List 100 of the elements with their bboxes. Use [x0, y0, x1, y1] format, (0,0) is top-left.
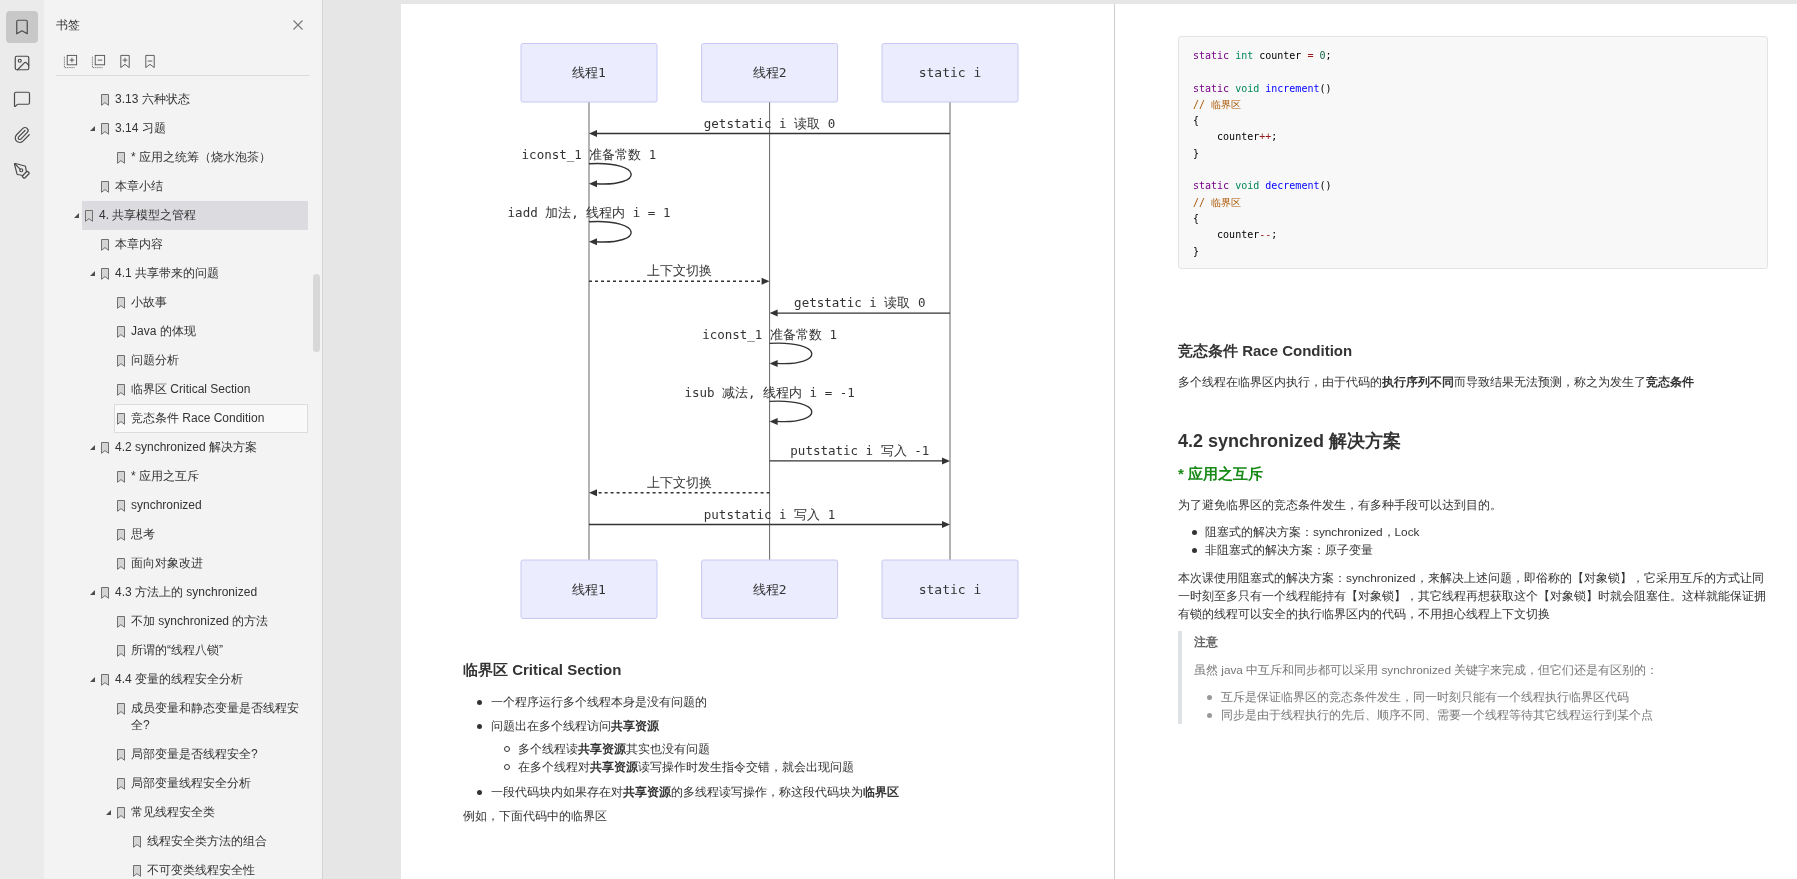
- bookmark-icon: [101, 239, 109, 251]
- triangle-icon[interactable]: [90, 590, 95, 595]
- bookmark-item[interactable]: 局部变量线程安全分析: [114, 769, 308, 798]
- triangle-icon[interactable]: [90, 677, 95, 682]
- bookmark-item[interactable]: 思考: [114, 520, 308, 549]
- bookmark-item[interactable]: 成员变量和静态变量是否线程安全?: [114, 694, 308, 740]
- bookmark-icon: [133, 836, 141, 848]
- bookmark-item[interactable]: 4.3 方法上的 synchronized: [98, 578, 308, 607]
- self-loop-arrow: [588, 162, 632, 188]
- paragraph-text: 本次课使用阻塞式的解决方案：synchronized，来解决上述问题，即俗称的【对象锁】，它采用互斥的方式让同一时刻至多只有一个线程能持有【对象锁】，其它线程再想获取这个【对象锁】时就会阻塞住。这样就能保证拥有锁的线程可以安全的执行临界区内的代码，不用担心线程上下文切换: [1178, 569, 1767, 623]
- bookmark-plus-icon[interactable]: [119, 53, 131, 69]
- list-item-text: 互斥是保证临界区的竞态条件发生，同一时刻只能有一个线程执行临界区代码: [1221, 688, 1629, 706]
- list-item-text: 非阻塞式的解决方案：原子变量: [1205, 541, 1373, 559]
- bookmark-icon: [13, 18, 31, 36]
- code-line: {: [1193, 211, 1200, 226]
- code-line: // 临界区: [1193, 97, 1242, 112]
- note-text: 虽然 java 中互斥和同步都可以采用 synchronized 关键字来完成，但它们还是有区别的：: [1194, 661, 1659, 679]
- participant-box: 线程2: [701, 43, 839, 103]
- square-minus-icon[interactable]: [91, 53, 106, 69]
- code-line: static void decrement(): [1193, 179, 1332, 194]
- code-line: counter--;: [1216, 228, 1278, 243]
- bookmark-icon: [117, 703, 125, 715]
- bullet-icon: [477, 790, 482, 795]
- code-line: }: [1193, 244, 1200, 259]
- bookmark-item[interactable]: 3.14 习题: [98, 114, 308, 143]
- triangle-icon[interactable]: [74, 213, 79, 218]
- code-line: static int counter = 0;: [1193, 49, 1332, 63]
- comment-icon: [13, 90, 31, 108]
- bookmark-icon: [101, 674, 109, 686]
- bookmark-item[interactable]: synchronized: [114, 491, 308, 520]
- section-heading: 竞态条件 Race Condition: [1178, 340, 1353, 361]
- triangle-icon[interactable]: [90, 126, 95, 131]
- self-loop-arrow: [588, 220, 632, 246]
- paragraph-text: 例如，下面代码中的临界区: [463, 808, 607, 825]
- bookmark-icon: [101, 94, 109, 106]
- image-icon: [13, 54, 31, 72]
- bookmark-item[interactable]: 4.2 synchronized 解决方案: [98, 433, 308, 462]
- bookmark-item[interactable]: 不可变类线程安全性: [130, 856, 308, 879]
- bookmark-item[interactable]: 3.13 六种状态: [98, 85, 308, 114]
- sidebar-tab[interactable]: [6, 11, 38, 43]
- bookmark-icon: [117, 749, 125, 761]
- bookmark-icon: [117, 384, 125, 396]
- triangle-icon[interactable]: [106, 810, 111, 815]
- bookmark-icon: [117, 500, 125, 512]
- subsection-title: * 应用之互斥: [1178, 463, 1263, 484]
- code-line: // 临界区: [1193, 195, 1242, 210]
- message-label: 上下文切换: [646, 474, 712, 490]
- bookmark-item[interactable]: 常见线程安全类: [114, 798, 308, 827]
- bullet-icon: [1192, 547, 1197, 553]
- square-plus-icon[interactable]: [63, 53, 78, 69]
- bookmark-item[interactable]: 线程安全类方法的组合: [130, 827, 308, 856]
- bookmark-item[interactable]: 临界区 Critical Section: [114, 375, 308, 404]
- paperclip-icon: [13, 126, 31, 144]
- bookmark-item[interactable]: 局部变量是否线程安全?: [114, 740, 308, 769]
- participant-box: 线程1: [520, 559, 658, 619]
- self-loop-arrow: [768, 342, 813, 367]
- bookmark-item[interactable]: * 应用之互斥: [114, 462, 308, 491]
- bookmark-item[interactable]: 竞态条件 Race Condition: [114, 404, 308, 433]
- participant-box: static i: [881, 43, 1019, 103]
- bookmark-item[interactable]: 4.4 变量的线程安全分析: [98, 665, 308, 694]
- paragraph-text: 多个线程在临界区内执行，由于代码的执行序列不同而导致结果无法预测，称之为发生了竞态条件: [1178, 373, 1694, 391]
- bookmark-item[interactable]: 不加 synchronized 的方法: [114, 607, 308, 636]
- bullet-icon: [1207, 694, 1212, 700]
- list-item-text: 问题出在多个线程访问共享资源: [491, 718, 659, 735]
- code-line: counter++;: [1216, 130, 1278, 145]
- list-item-text: 在多个线程对共享资源读写操作时发生指令交错，就会出现问题: [518, 759, 854, 776]
- self-loop-arrow: [768, 400, 813, 425]
- bookmark-item[interactable]: Java 的体现: [114, 317, 308, 346]
- message-label: 上下文切换: [646, 263, 712, 279]
- message-label: getstatic i 读取 0: [794, 295, 926, 311]
- triangle-icon[interactable]: [90, 271, 95, 276]
- list-item-text: 一段代码块内如果存在对共享资源的多线程读写操作，称这段代码块为临界区: [491, 784, 899, 801]
- scrollbar[interactable]: [313, 274, 320, 352]
- list-item-text: 一个程序运行多个线程本身是没有问题的: [491, 694, 707, 711]
- bookmark-item[interactable]: 问题分析: [114, 346, 308, 375]
- list-item-text: 同步是由于线程执行的先后、顺序不同、需要一个线程等待其它线程运行到某个点: [1221, 706, 1653, 724]
- bookmark-item[interactable]: 小故事: [114, 288, 308, 317]
- bookmark-item[interactable]: 所谓的“线程八锁”: [114, 636, 308, 665]
- bookmark-item[interactable]: 4.1 共享带来的问题: [98, 259, 308, 288]
- bookmark-icon: [101, 268, 109, 280]
- participant-box: 线程2: [701, 559, 839, 619]
- code-line: }: [1193, 146, 1200, 161]
- bullet-icon: [477, 700, 482, 705]
- message-label: iadd 加法, 线程内 i = 1: [507, 205, 671, 221]
- bookmark-minus-icon[interactable]: [144, 53, 156, 69]
- bookmark-item[interactable]: 4. 共享模型之管程: [82, 201, 308, 230]
- bookmark-item[interactable]: * 应用之统筹（烧水泡茶）: [114, 143, 308, 172]
- bookmark-item[interactable]: 本章小结: [98, 172, 308, 201]
- triangle-icon[interactable]: [90, 445, 95, 450]
- code-line: static void increment(): [1193, 81, 1332, 96]
- bookmark-icon: [117, 471, 125, 483]
- bookmark-icon: [117, 297, 125, 309]
- bookmark-item[interactable]: 面向对象改进: [114, 549, 308, 578]
- bookmark-icon: [101, 442, 109, 454]
- bookmark-icon: [101, 123, 109, 135]
- message-label: iconst_1 准备常数 1: [702, 326, 837, 342]
- bullet-icon: [1192, 529, 1197, 535]
- bookmark-icon: [117, 807, 125, 819]
- bookmark-item[interactable]: 本章内容: [98, 230, 308, 259]
- close-icon[interactable]: [293, 20, 303, 30]
